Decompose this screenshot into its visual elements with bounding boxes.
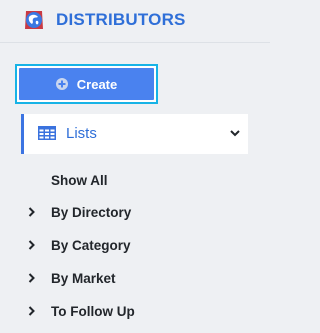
- create-button-label: Create: [76, 76, 118, 92]
- nav-by-directory[interactable]: By Directory: [28, 202, 131, 222]
- chevron-right-icon: [28, 207, 40, 217]
- chevron-right-icon: [28, 240, 40, 250]
- globe-icon: [25, 11, 43, 29]
- app-title: DISTRIBUTORS: [56, 10, 186, 29]
- nav-item-label: By Directory: [51, 204, 132, 220]
- app-header: DISTRIBUTORS: [0, 0, 270, 40]
- header-divider: [0, 42, 270, 43]
- create-button-focus-ring: Create: [15, 64, 158, 104]
- lists-dropdown[interactable]: Lists: [21, 114, 248, 154]
- nav-by-market[interactable]: By Market: [28, 268, 116, 288]
- nav-show-all-label: Show All: [51, 172, 108, 188]
- nav-by-category[interactable]: By Category: [28, 235, 131, 255]
- nav-to-follow-up[interactable]: To Follow Up: [28, 301, 135, 321]
- nav-show-all[interactable]: Show All: [51, 170, 108, 190]
- lists-label: Lists: [66, 125, 97, 142]
- plus-circle-icon: [55, 78, 68, 90]
- nav-item-label: By Category: [51, 237, 131, 253]
- nav-item-label: By Market: [51, 270, 116, 286]
- create-button[interactable]: Create: [19, 68, 154, 100]
- chevron-right-icon: [28, 306, 40, 316]
- grid-table-icon: [38, 126, 56, 140]
- chevron-down-icon[interactable]: [230, 130, 240, 137]
- nav-item-label: To Follow Up: [51, 303, 135, 319]
- chevron-right-icon: [28, 273, 40, 283]
